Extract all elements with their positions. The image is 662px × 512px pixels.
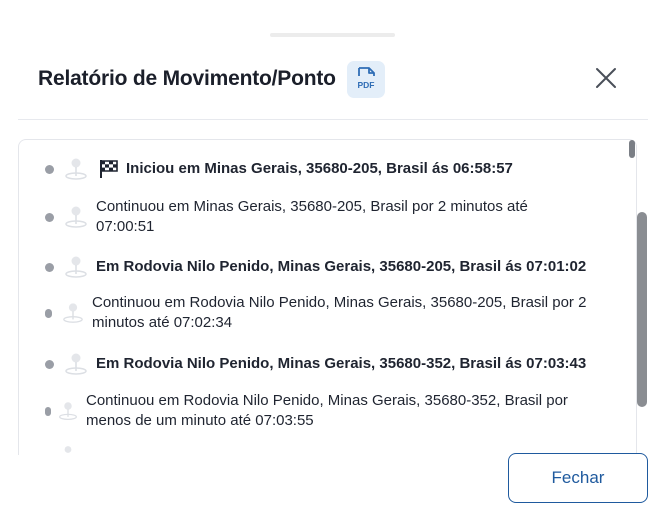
scrollbar-up-arrow[interactable]: [629, 140, 635, 158]
drag-handle[interactable]: [270, 33, 395, 37]
map-pin-icon: [63, 303, 83, 323]
header-divider: [18, 119, 648, 120]
pdf-export-button[interactable]: PDF: [346, 60, 385, 98]
bullet-dot: [45, 406, 51, 416]
list-item: Continuou em Rodovia Nilo Penido, Minas …: [45, 293, 635, 333]
bullet-dot: [45, 212, 54, 222]
map-pin-icon: [65, 353, 87, 375]
map-pin-icon: [65, 158, 87, 180]
pdf-label: PDF: [357, 80, 374, 90]
map-pin-icon: [65, 206, 87, 228]
list-item: Em Rodovia Nilo Penido, Minas Gerais, 35…: [45, 352, 635, 376]
close-icon[interactable]: [594, 66, 618, 90]
list-item-text: Continuou em Rodovia Nilo Penido, Minas …: [92, 294, 587, 331]
map-pin-icon: [65, 256, 87, 278]
close-button[interactable]: Fechar: [508, 453, 648, 503]
list-item-text: Em Rodovia Nilo Penido, Minas Gerais, 35…: [96, 258, 587, 275]
list-item: Continuou em Minas Gerais, 35680-205, Br…: [45, 197, 635, 237]
list-item: Continuou em Rodovia Nilo Penido, Minas …: [45, 391, 635, 431]
map-pin-icon: [64, 446, 72, 453]
movement-list[interactable]: Iniciou em Minas Gerais, 35680-205, Bras…: [18, 139, 637, 455]
list-item-text: Iniciou em Minas Gerais, 35680-205, Bras…: [126, 160, 513, 177]
bullet-dot: [45, 164, 54, 174]
map-pin-icon: [59, 402, 77, 420]
list-item: Iniciou em Minas Gerais, 35680-205, Bras…: [45, 157, 635, 181]
bullet-dot: [45, 359, 54, 369]
flag-icon: [100, 160, 118, 178]
bullet-dot: [45, 308, 52, 318]
dialog-header: Relatório de Movimento/Ponto PDF: [38, 60, 662, 98]
list-item-text: Continuou em Minas Gerais, 35680-205, Br…: [96, 198, 528, 235]
dialog-title: Relatório de Movimento/Ponto: [38, 67, 336, 90]
pdf-file-icon: PDF: [357, 67, 375, 90]
list-item-text: Em Rodovia Nilo Penido, Minas Gerais, 35…: [96, 355, 587, 372]
list-item-text: Continuou em Rodovia Nilo Penido, Minas …: [86, 392, 568, 429]
scrollbar-thumb[interactable]: [637, 212, 647, 407]
bullet-dot: [45, 262, 54, 272]
list-item: Em Rodovia Nilo Penido, Minas Gerais, 35…: [45, 255, 635, 279]
